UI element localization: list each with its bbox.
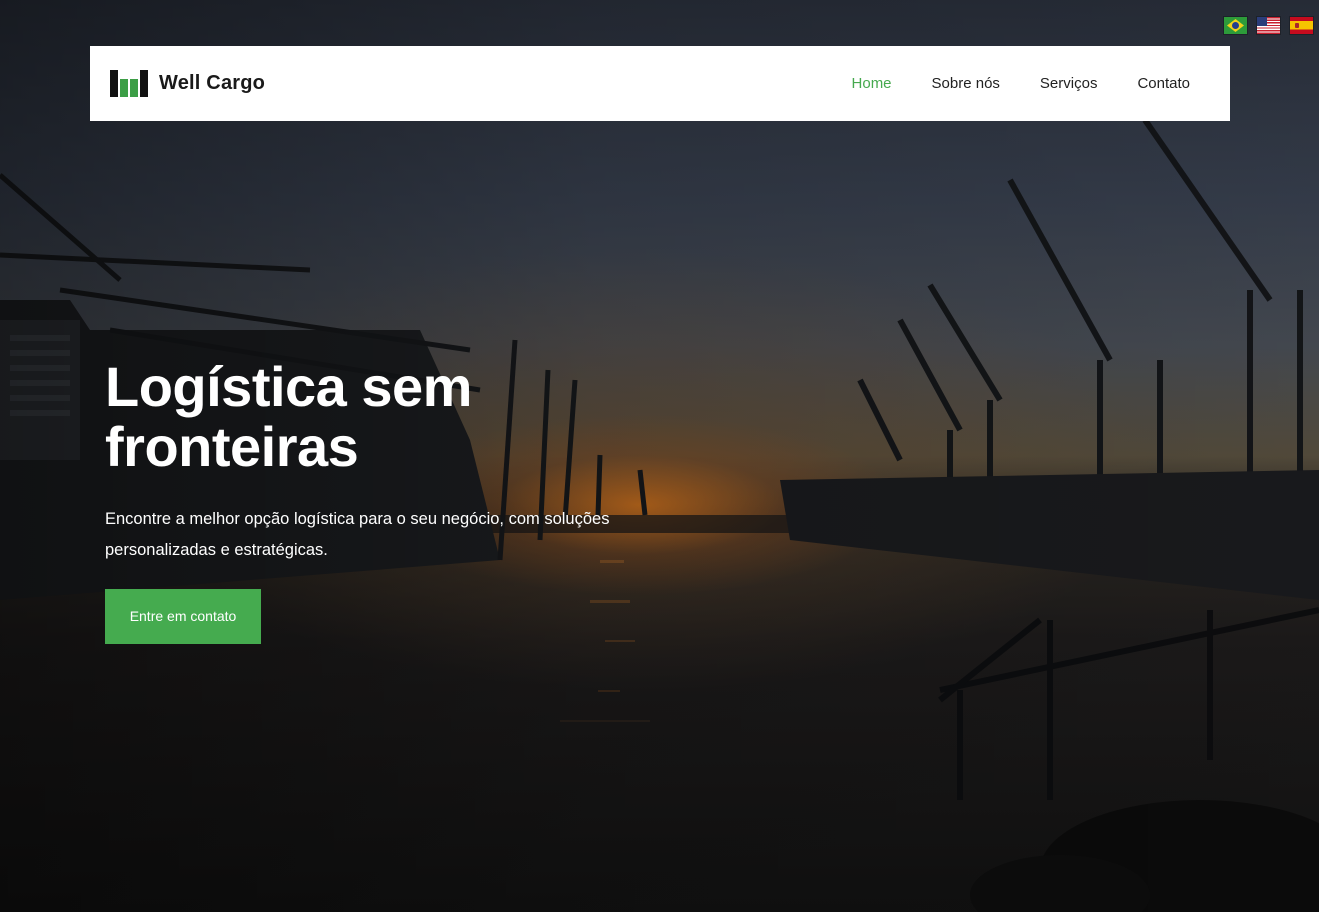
hero-content: Logística sem fronteiras Encontre a melh… [105, 357, 665, 644]
nav-item-sobre-nos[interactable]: Sobre nós [932, 75, 1000, 92]
contact-cta-button[interactable]: Entre em contato [105, 589, 261, 644]
navbar: Well Cargo Home Sobre nós Serviços Conta… [90, 46, 1230, 121]
hero-description-line-2: personalizadas e estratégicas. [105, 541, 328, 559]
flag-spain-icon[interactable] [1290, 17, 1313, 34]
flag-brazil-icon[interactable] [1224, 17, 1247, 34]
flag-usa-icon[interactable] [1257, 17, 1280, 34]
main-nav: Home Sobre nós Serviços Contato [852, 75, 1190, 93]
hero-title-line-2: fronteiras [105, 415, 359, 478]
hero-title: Logística sem fronteiras [105, 357, 665, 477]
bar-logo-icon [110, 70, 148, 97]
language-switcher [1224, 17, 1313, 34]
brand-name: Well Cargo [159, 72, 266, 94]
nav-item-servicos[interactable]: Serviços [1040, 75, 1098, 92]
hero-description: Encontre a melhor opção logística para o… [105, 504, 645, 566]
hero-title-line-1: Logística sem [105, 355, 472, 418]
brand-link[interactable]: Well Cargo [110, 70, 265, 97]
nav-item-home[interactable]: Home [852, 75, 892, 92]
hero-description-line-1: Encontre a melhor opção logística para o… [105, 510, 610, 528]
nav-item-contato[interactable]: Contato [1137, 75, 1190, 92]
